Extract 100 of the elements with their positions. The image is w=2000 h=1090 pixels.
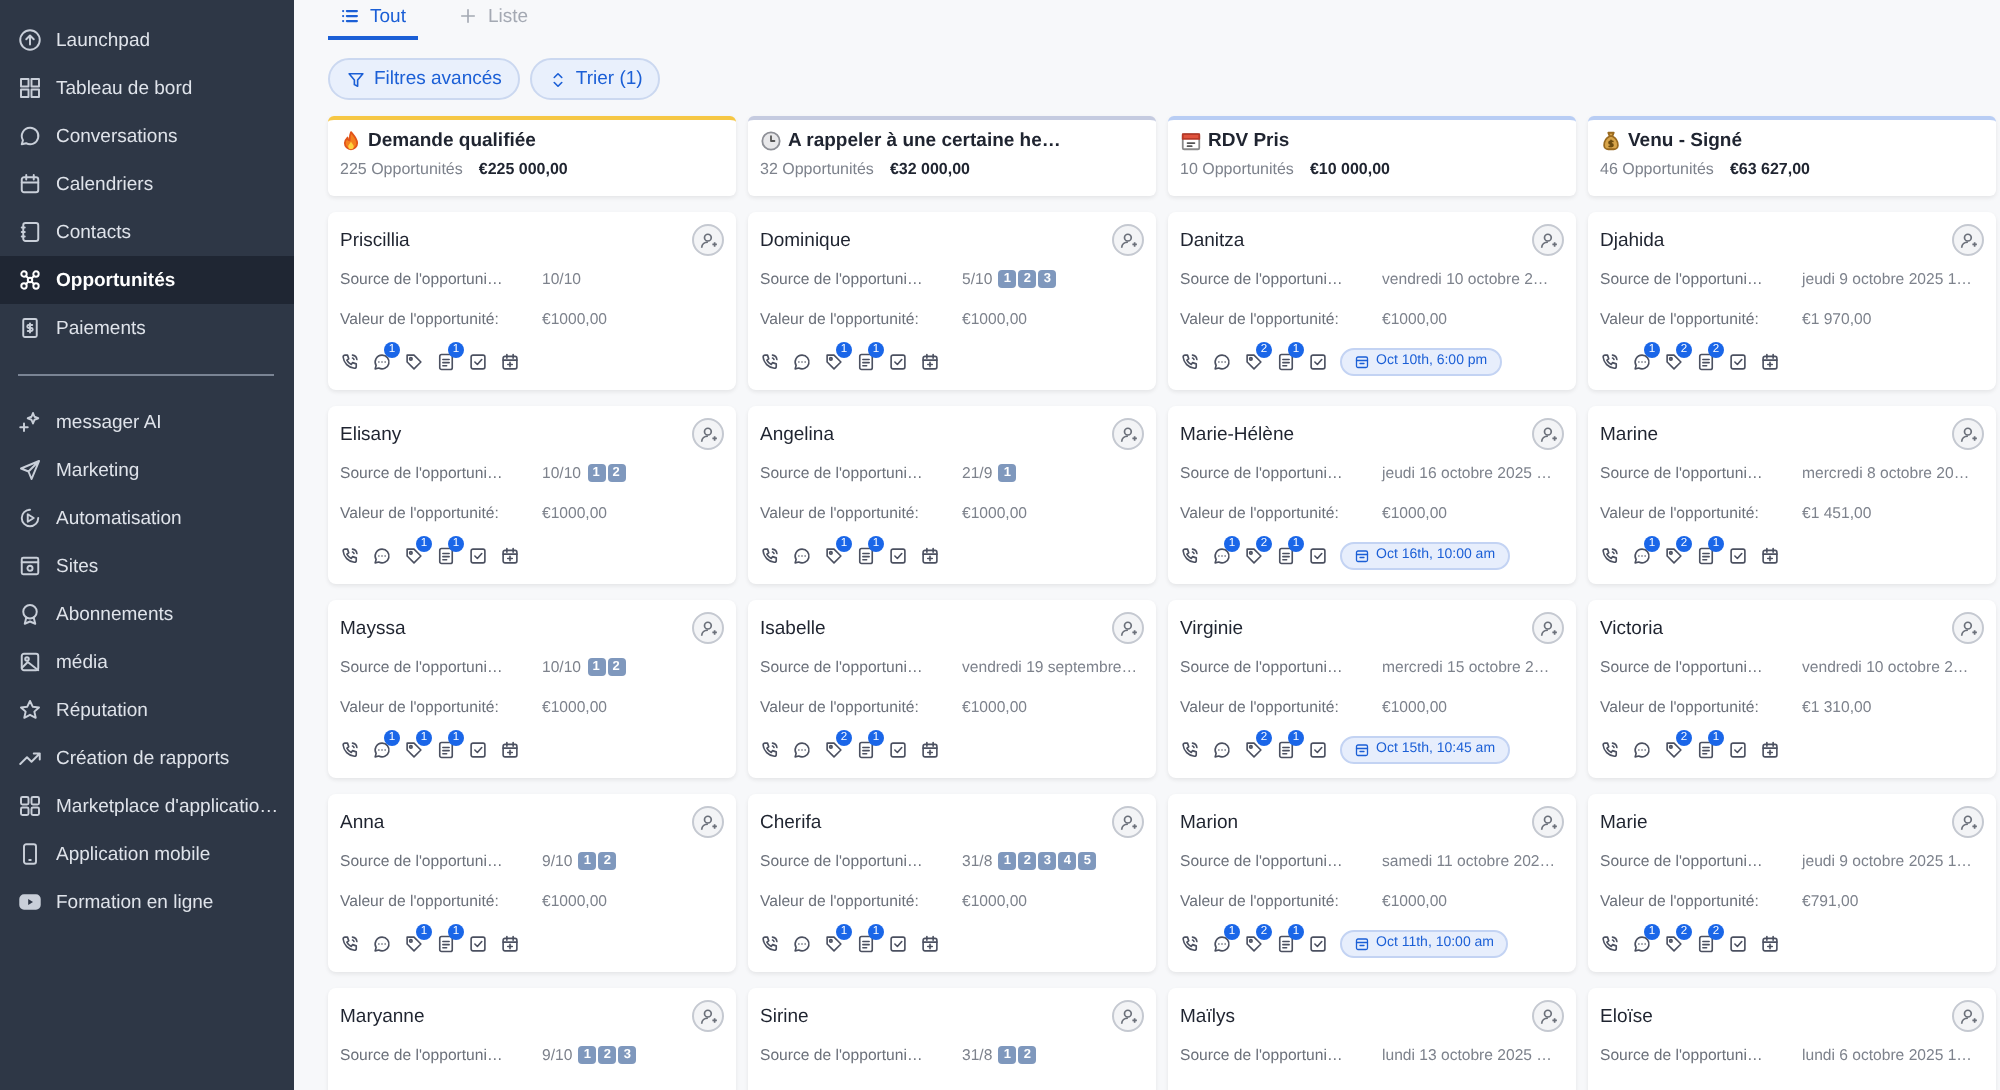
assign-user-icon[interactable]: [1112, 612, 1144, 644]
tag-icon: [824, 351, 844, 371]
chat-bubble-icon: [372, 933, 392, 953]
tag-icon: [1664, 933, 1684, 953]
tag-icon: [1664, 739, 1684, 759]
phone-icon: [1600, 545, 1620, 565]
sidebar-item[interactable]: Paiements: [0, 304, 294, 352]
tag-icon: [404, 351, 424, 371]
calendar-plus-icon: [500, 351, 520, 371]
sidebar-item[interactable]: Marketplace d'applicatio…: [0, 782, 294, 830]
note-icon: [1696, 933, 1716, 953]
sort-button[interactable]: Trier (1): [529, 58, 661, 100]
assign-user-icon[interactable]: [1532, 224, 1564, 256]
phone-icon: [760, 351, 780, 371]
contact-name: Marion: [1180, 811, 1239, 833]
column-title: A rappeler à une certaine he…: [788, 130, 1061, 152]
sidebar-item[interactable]: Formation en ligne: [0, 878, 294, 926]
view-tab[interactable]: Tout: [328, 0, 418, 40]
calendar-page-icon: [1180, 130, 1202, 152]
sidebar-item[interactable]: Launchpad: [0, 16, 294, 64]
assign-user-icon[interactable]: [1952, 806, 1984, 838]
calendar-plus-icon: [920, 351, 940, 371]
assign-user-icon[interactable]: [1532, 418, 1564, 450]
note-icon: [856, 545, 876, 565]
flame-icon: [340, 130, 362, 152]
sidebar-item[interactable]: Création de rapports: [0, 734, 294, 782]
assign-user-icon[interactable]: [1952, 224, 1984, 256]
note-icon: [1696, 545, 1716, 565]
sidebar-item[interactable]: Opportunités: [0, 256, 294, 304]
phone-icon: [1180, 739, 1200, 759]
sidebar-item[interactable]: Abonnements: [0, 590, 294, 638]
chat-bubble-icon: [1632, 739, 1652, 759]
sidebar-item[interactable]: média: [0, 638, 294, 686]
calendar-plus-icon: [1760, 351, 1780, 371]
filter-icon: [346, 69, 366, 89]
contact-name: Maïlys: [1180, 1005, 1235, 1027]
calendar-plus-icon: [1760, 933, 1780, 953]
chat-bubble-icon: [792, 933, 812, 953]
video-play-icon: [18, 890, 42, 914]
contact-name: Priscillia: [340, 229, 410, 251]
calendar-plus-icon: [1760, 739, 1780, 759]
sidebar-item[interactable]: Sites: [0, 542, 294, 590]
sidebar-item[interactable]: Calendriers: [0, 160, 294, 208]
calendar-icon: [1354, 353, 1370, 369]
sidebar-item[interactable]: Application mobile: [0, 830, 294, 878]
checkbox-icon: [1728, 351, 1748, 371]
phone-icon: [1180, 545, 1200, 565]
contact-name: Dominique: [760, 229, 851, 251]
column-total: €63 627,00: [1729, 160, 1810, 178]
assign-user-icon[interactable]: [692, 418, 724, 450]
chat-bubble-icon: [1212, 351, 1232, 371]
phone-icon: [1180, 933, 1200, 953]
assign-user-icon[interactable]: [692, 612, 724, 644]
phone-icon: [1600, 933, 1620, 953]
contact-name: Djahida: [1600, 229, 1665, 251]
assign-user-icon[interactable]: [1112, 224, 1144, 256]
sidebar-item[interactable]: Marketing: [0, 446, 294, 494]
assign-user-icon[interactable]: [1532, 612, 1564, 644]
checkbox-icon: [468, 739, 488, 759]
star-icon: [18, 698, 42, 722]
tag-icon: [1244, 545, 1264, 565]
chat-bubble-icon: [792, 545, 812, 565]
phone-icon: [760, 739, 780, 759]
chat-bubble-icon: [1632, 351, 1652, 371]
chat-bubble-icon: [1632, 545, 1652, 565]
contact-name: Anna: [340, 811, 385, 833]
image-icon: [18, 650, 42, 674]
column-title: RDV Pris: [1208, 130, 1290, 152]
assign-user-icon[interactable]: [692, 806, 724, 838]
sidebar-item[interactable]: Contacts: [0, 208, 294, 256]
assign-user-icon[interactable]: [692, 1000, 724, 1032]
checkbox-icon: [1728, 739, 1748, 759]
note-icon: [856, 933, 876, 953]
filter-button[interactable]: Filtres avancés: [328, 58, 520, 100]
assign-user-icon[interactable]: [1532, 1000, 1564, 1032]
assign-user-icon[interactable]: [1952, 612, 1984, 644]
plus-icon: [457, 6, 478, 26]
tag-icon: [404, 545, 424, 565]
sidebar-item[interactable]: Réputation: [0, 686, 294, 734]
contact-name: Elisany: [340, 423, 402, 445]
contact-book-icon: [18, 220, 42, 244]
assign-user-icon[interactable]: [692, 224, 724, 256]
contact-name: Marie-Hélène: [1180, 423, 1295, 445]
calendar-plus-icon: [920, 545, 940, 565]
rocket-icon: [18, 28, 42, 52]
assign-user-icon[interactable]: [1532, 806, 1564, 838]
assign-user-icon[interactable]: [1112, 806, 1144, 838]
chat-bubble-icon: [1212, 545, 1232, 565]
sidebar-item[interactable]: Automatisation: [0, 494, 294, 542]
assign-user-icon[interactable]: [1952, 1000, 1984, 1032]
assign-user-icon[interactable]: [1112, 1000, 1144, 1032]
sidebar-item[interactable]: Conversations: [0, 112, 294, 160]
contact-name: Danitza: [1180, 229, 1245, 251]
assign-user-icon[interactable]: [1952, 418, 1984, 450]
sidebar-item[interactable]: Tableau de bord: [0, 64, 294, 112]
chat-bubble-icon: [372, 739, 392, 759]
checkbox-icon: [468, 351, 488, 371]
sidebar-item[interactable]: messager AI: [0, 398, 294, 446]
list-icon: [340, 6, 360, 26]
assign-user-icon[interactable]: [1112, 418, 1144, 450]
